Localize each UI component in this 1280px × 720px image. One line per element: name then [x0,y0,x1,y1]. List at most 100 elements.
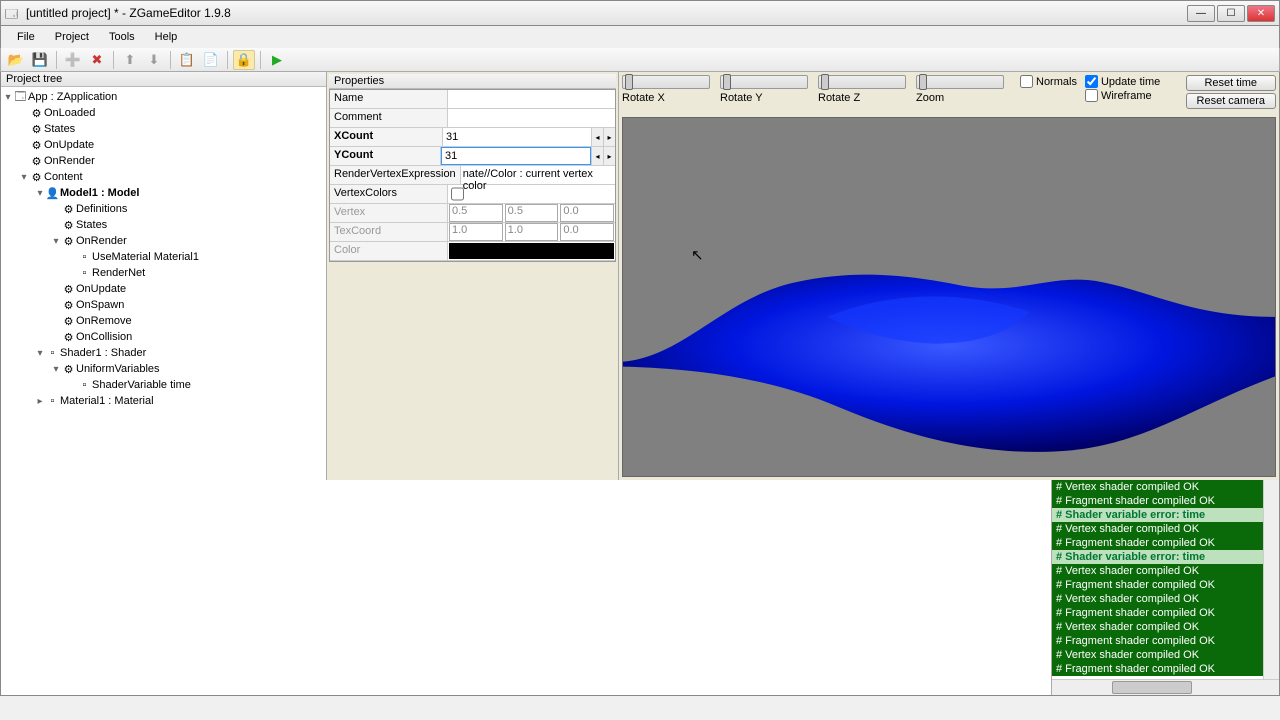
tree-label: UniformVariables [76,363,160,375]
titlebar: 🗔 [untitled project] * - ZGameEditor 1.9… [0,0,1280,26]
reset-time-button[interactable]: Reset time [1186,75,1276,91]
prop-name-input[interactable] [448,90,615,108]
copy-icon[interactable]: 📋 [176,50,198,70]
project-tree[interactable]: ▾🗔App : ZApplication⚙OnLoaded⚙States⚙OnU… [1,87,326,480]
tree-item[interactable]: ▸▫Material1 : Material [3,393,324,409]
tree-item[interactable]: ▫ShaderVariable time [3,377,324,393]
expander-icon[interactable]: ▸ [35,396,45,407]
log-line: # Fragment shader compiled OK [1052,606,1263,620]
tree-icon: 👤 [45,187,60,200]
update-time-checkbox[interactable] [1085,75,1098,88]
expander-icon[interactable]: ▾ [35,188,45,199]
prop-vertexcolors-label: VertexColors [330,185,448,203]
tree-label: OnLoaded [44,107,95,119]
wireframe-checkbox[interactable] [1085,89,1098,102]
delete-icon[interactable]: ✖ [86,50,108,70]
tree-item[interactable]: ⚙Definitions [3,201,324,217]
expander-icon[interactable]: ▾ [19,172,29,183]
tree-label: OnRender [76,235,127,247]
prop-texcoord-z[interactable]: 0.0 [560,223,614,241]
tree-item[interactable]: ⚙OnLoaded [3,105,324,121]
tree-item[interactable]: ▾⚙OnRender [3,233,324,249]
prop-vertex-x[interactable]: 0.5 [449,204,503,222]
expander-icon[interactable]: ▾ [51,364,61,375]
expander-icon[interactable]: ▾ [51,236,61,247]
tree-item[interactable]: ⚙States [3,121,324,137]
xcount-down-button[interactable]: ◂ [591,128,603,146]
expander-icon[interactable]: ▾ [35,348,45,359]
paste-icon[interactable]: 📄 [200,50,222,70]
close-button[interactable]: ✕ [1247,5,1275,22]
tree-icon: ▫ [45,395,60,407]
prop-texcoord-y[interactable]: 1.0 [505,223,559,241]
tree-item[interactable]: ⚙OnUpdate [3,281,324,297]
menu-file[interactable]: File [7,29,45,45]
tree-icon: ▫ [77,379,92,391]
tree-item[interactable]: ▾⚙UniformVariables [3,361,324,377]
tree-label: Model1 : Model [60,187,139,199]
open-icon[interactable]: 📂 [5,50,27,70]
prop-vertex-y[interactable]: 0.5 [505,204,559,222]
zoom-slider[interactable] [916,75,1004,89]
xcount-up-button[interactable]: ▸ [603,128,615,146]
bottom-left-pane[interactable] [1,480,1052,695]
normals-checkbox[interactable] [1020,75,1033,88]
toolbar: 📂 💾 ➕ ✖ ⬆ ⬇ 📋 📄 🔒 ▶ [0,48,1280,72]
tree-item[interactable]: ⚙OnCollision [3,329,324,345]
tree-item[interactable]: ▫RenderNet [3,265,324,281]
prop-texcoord-label: TexCoord [330,223,448,241]
prop-texcoord-x[interactable]: 1.0 [449,223,503,241]
menu-help[interactable]: Help [145,29,188,45]
tree-label: OnRender [44,155,95,167]
run-icon[interactable]: ▶ [266,50,288,70]
rotate-z-slider[interactable] [818,75,906,89]
minimize-button[interactable]: — [1187,5,1215,22]
prop-color-swatch[interactable] [449,243,614,259]
tree-icon: ⚙ [29,139,44,152]
tree-label: Shader1 : Shader [60,347,146,359]
log-body[interactable]: # Vertex shader compiled OK # Fragment sh… [1052,480,1263,679]
menu-tools[interactable]: Tools [99,29,145,45]
properties-grid: Name Comment XCount◂▸ YCount◂▸ RenderVer… [329,89,616,262]
divider [56,51,57,69]
rotate-y-slider[interactable] [720,75,808,89]
log-line: # Vertex shader compiled OK [1052,522,1263,536]
tree-item[interactable]: ▾⚙Content [3,169,324,185]
rotate-x-label: Rotate X [622,92,665,104]
menu-project[interactable]: Project [45,29,99,45]
log-error-line: # Shader variable error: time [1052,550,1263,564]
prop-vertex-label: Vertex [330,204,448,222]
tree-label: OnRemove [76,315,132,327]
tree-item[interactable]: ⚙States [3,217,324,233]
rotate-x-slider[interactable] [622,75,710,89]
tree-label: OnUpdate [44,139,94,151]
prop-rve-value[interactable]: nate//Color : current vertex color [461,166,615,184]
tree-icon: ▫ [77,251,92,263]
lock-icon[interactable]: 🔒 [233,50,255,70]
tree-item[interactable]: ⚙OnRemove [3,313,324,329]
tree-icon: ⚙ [61,331,76,344]
save-icon[interactable]: 💾 [29,50,51,70]
tree-item[interactable]: ⚙OnUpdate [3,137,324,153]
tree-label: UseMaterial Material1 [92,251,199,263]
tree-item[interactable]: ⚙OnSpawn [3,297,324,313]
tree-item[interactable]: ▾▫Shader1 : Shader [3,345,324,361]
tree-item[interactable]: ▾👤Model1 : Model [3,185,324,201]
viewport-3d[interactable]: ↖ [622,117,1276,477]
prop-vertex-z[interactable]: 0.0 [560,204,614,222]
tree-item[interactable]: ▫UseMaterial Material1 [3,249,324,265]
tree-item[interactable]: ▾🗔App : ZApplication [3,89,324,105]
log-vscrollbar[interactable] [1263,480,1279,679]
prop-vertexcolors-checkbox[interactable] [451,187,464,201]
maximize-button[interactable]: ☐ [1217,5,1245,22]
prop-xcount-input[interactable] [443,128,591,146]
ycount-down-button[interactable]: ◂ [591,147,603,165]
ycount-up-button[interactable]: ▸ [603,147,615,165]
prop-ycount-input[interactable] [441,147,591,165]
prop-comment-input[interactable] [448,109,615,127]
log-hscrollbar[interactable] [1052,679,1279,695]
up-icon: ⬆ [119,50,141,70]
expander-icon[interactable]: ▾ [3,92,13,103]
tree-item[interactable]: ⚙OnRender [3,153,324,169]
reset-camera-button[interactable]: Reset camera [1186,93,1276,109]
